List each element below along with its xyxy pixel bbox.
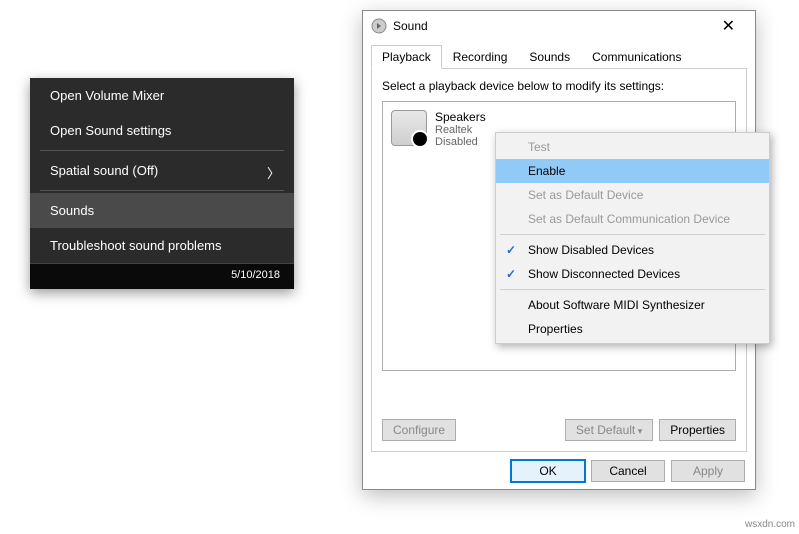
properties-button[interactable]: Properties (659, 419, 736, 441)
menu-separator (40, 150, 284, 151)
menu-item-sounds[interactable]: Sounds (30, 193, 294, 228)
ctx-separator (500, 289, 765, 290)
dialog-button-row: OK Cancel Apply (363, 460, 755, 492)
tab-sounds[interactable]: Sounds (518, 45, 581, 69)
menu-item-spatial-sound[interactable]: Spatial sound (Off) 〉 (30, 153, 294, 188)
device-status: Disabled (435, 136, 486, 148)
ctx-enable[interactable]: Enable (496, 159, 769, 183)
device-driver: Realtek (435, 124, 486, 136)
watermark: wsxdn.com (745, 519, 795, 530)
ctx-separator (500, 234, 765, 235)
menu-item-troubleshoot[interactable]: Troubleshoot sound problems (30, 228, 294, 263)
volume-tray-context-menu: Open Volume Mixer Open Sound settings Sp… (30, 78, 294, 289)
close-button[interactable]: ✕ (710, 12, 747, 40)
ctx-properties[interactable]: Properties (496, 317, 769, 341)
tab-playback[interactable]: Playback (371, 45, 442, 69)
ctx-about-midi[interactable]: About Software MIDI Synthesizer (496, 293, 769, 317)
configure-button[interactable]: Configure (382, 419, 456, 441)
set-default-button[interactable]: Set Default (565, 419, 653, 441)
ctx-test[interactable]: Test (496, 135, 769, 159)
device-context-menu: Test Enable Set as Default Device Set as… (495, 132, 770, 344)
ctx-show-disconnected[interactable]: Show Disconnected Devices (496, 262, 769, 286)
device-name: Speakers (435, 110, 486, 124)
cancel-button[interactable]: Cancel (591, 460, 665, 482)
chevron-right-icon: 〉 (267, 163, 280, 182)
tab-strip: Playback Recording Sounds Communications (363, 41, 755, 69)
menu-item-label: Spatial sound (Off) (50, 163, 158, 178)
dialog-title: Sound (393, 19, 428, 33)
ok-button[interactable]: OK (511, 460, 585, 482)
sound-app-icon (371, 18, 387, 34)
taskbar-date: 5/10/2018 (30, 263, 294, 289)
ctx-show-disabled[interactable]: Show Disabled Devices (496, 238, 769, 262)
ctx-set-default[interactable]: Set as Default Device (496, 183, 769, 207)
instruction-text: Select a playback device below to modify… (382, 79, 736, 93)
tab-recording[interactable]: Recording (442, 45, 519, 69)
menu-item-sound-settings[interactable]: Open Sound settings (30, 113, 294, 148)
menu-separator (40, 190, 284, 191)
speaker-icon (391, 110, 427, 146)
menu-item-volume-mixer[interactable]: Open Volume Mixer (30, 78, 294, 113)
tab-communications[interactable]: Communications (581, 45, 692, 69)
ctx-set-comm-default[interactable]: Set as Default Communication Device (496, 207, 769, 231)
apply-button[interactable]: Apply (671, 460, 745, 482)
device-button-row: Configure Set Default Properties (382, 419, 736, 441)
titlebar: Sound ✕ (363, 11, 755, 41)
